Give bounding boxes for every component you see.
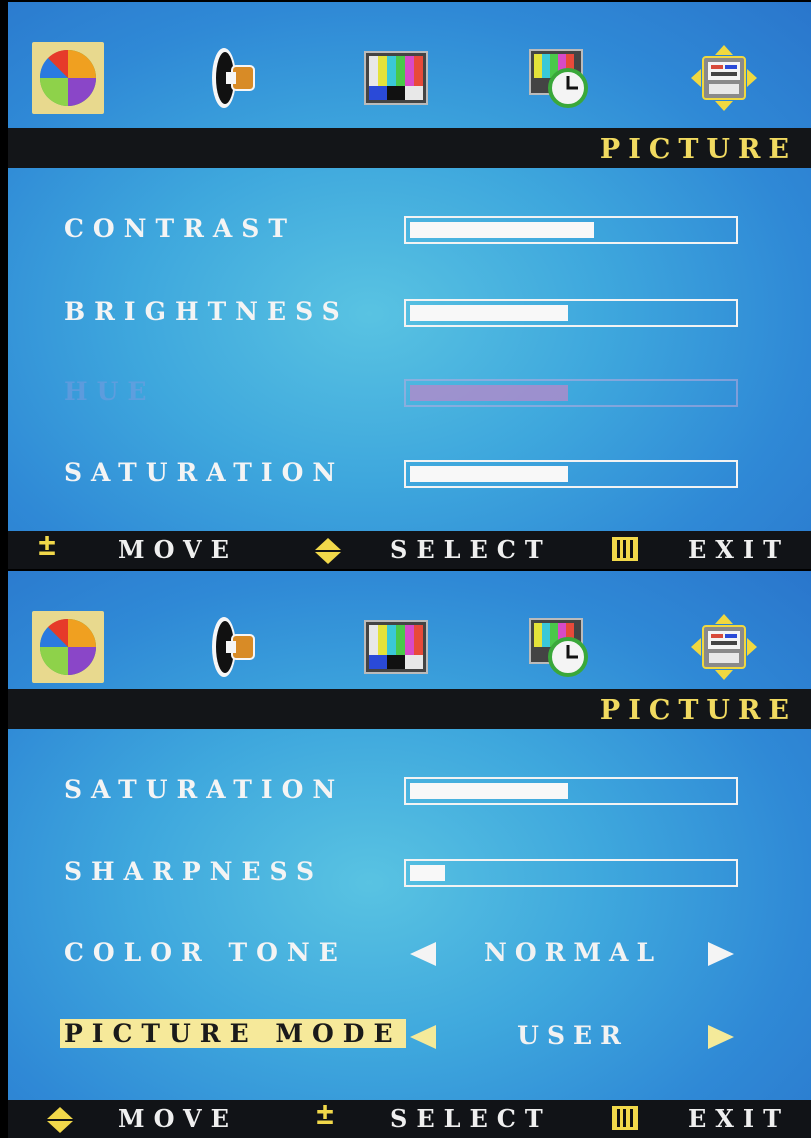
menu-button-icon xyxy=(612,1106,638,1130)
right-arrow-icon[interactable] xyxy=(708,942,734,966)
plus-minus-icon: ± xyxy=(38,528,57,563)
menu-title: PICTURE xyxy=(599,695,797,726)
saturation-row[interactable]: SATURATION xyxy=(8,454,811,494)
left-arrow-icon[interactable] xyxy=(410,1025,436,1049)
color-wheel-icon xyxy=(39,49,96,106)
hue-row: HUE xyxy=(8,373,811,413)
left-arrow-icon[interactable] xyxy=(410,942,436,966)
sound-menu-tab[interactable] xyxy=(198,42,270,114)
contrast-slider-fill xyxy=(410,222,594,238)
move-hint: MOVE xyxy=(118,535,238,564)
picture-mode-row[interactable]: PICTURE MODE USER xyxy=(8,1017,811,1057)
time-menu-tab[interactable] xyxy=(524,611,596,683)
color-tone-label: COLOR TONE xyxy=(64,938,347,967)
color-wheel-icon xyxy=(39,618,96,675)
hue-slider xyxy=(404,379,738,407)
speaker-icon xyxy=(212,617,255,677)
hue-slider-fill xyxy=(410,385,568,401)
time-menu-tab[interactable] xyxy=(524,42,596,114)
saturation-label: SATURATION xyxy=(64,775,345,804)
title-bar: PICTURE xyxy=(8,128,811,168)
screen-menu-tab[interactable] xyxy=(360,611,432,683)
exit-hint: EXIT xyxy=(688,535,790,564)
brightness-label: BRIGHTNESS xyxy=(64,297,349,326)
color-tone-value: NORMAL xyxy=(483,938,663,967)
title-bar: PICTURE xyxy=(8,689,811,729)
setup-icon xyxy=(691,614,757,680)
menu-button-icon xyxy=(612,537,638,561)
color-tone-row[interactable]: COLOR TONE NORMAL xyxy=(8,934,811,974)
brightness-slider[interactable] xyxy=(404,299,738,327)
clock-icon xyxy=(529,618,588,677)
hint-bar: ± MOVE SELECT EXIT xyxy=(8,531,811,569)
saturation-slider-fill xyxy=(410,466,568,482)
select-hint: SELECT xyxy=(390,1104,552,1133)
hint-bar: MOVE ± SELECT EXIT xyxy=(8,1100,811,1138)
select-hint: SELECT xyxy=(390,535,552,564)
screen-menu-tab[interactable] xyxy=(360,42,432,114)
setup-menu-tab[interactable] xyxy=(688,42,760,114)
up-down-arrow-icon xyxy=(315,538,341,564)
contrast-row[interactable]: CONTRAST xyxy=(8,210,811,250)
hue-label: HUE xyxy=(64,377,156,406)
color-bars-icon xyxy=(364,51,428,105)
plus-minus-icon: ± xyxy=(316,1097,335,1132)
osd-screen-top: PICTURE CONTRAST BRIGHTNESS HUE SATURATI… xyxy=(8,2,811,569)
sharpness-slider[interactable] xyxy=(404,859,738,887)
osd-screen-bottom: PICTURE SATURATION SHARPNESS COLOR TONE … xyxy=(8,571,811,1138)
brightness-row[interactable]: BRIGHTNESS xyxy=(8,293,811,333)
picture-mode-value: USER xyxy=(517,1021,629,1050)
sharpness-row[interactable]: SHARPNESS xyxy=(8,853,811,893)
brightness-slider-fill xyxy=(410,305,568,321)
right-arrow-icon[interactable] xyxy=(708,1025,734,1049)
sharpness-label: SHARPNESS xyxy=(64,857,324,886)
picture-menu-tab[interactable] xyxy=(32,611,104,683)
clock-icon xyxy=(529,49,588,108)
exit-hint: EXIT xyxy=(688,1104,790,1133)
color-bars-icon xyxy=(364,620,428,674)
picture-mode-label: PICTURE MODE xyxy=(60,1019,406,1048)
setup-icon xyxy=(691,45,757,111)
setup-menu-tab[interactable] xyxy=(688,611,760,683)
contrast-slider[interactable] xyxy=(404,216,738,244)
sound-menu-tab[interactable] xyxy=(198,611,270,683)
move-hint: MOVE xyxy=(118,1104,238,1133)
saturation-slider-fill xyxy=(410,783,568,799)
saturation-label: SATURATION xyxy=(64,458,345,487)
saturation-slider[interactable] xyxy=(404,777,738,805)
picture-menu-tab[interactable] xyxy=(32,42,104,114)
sharpness-slider-fill xyxy=(410,865,445,881)
speaker-icon xyxy=(212,48,255,108)
saturation-slider[interactable] xyxy=(404,460,738,488)
contrast-label: CONTRAST xyxy=(64,214,296,243)
saturation-row[interactable]: SATURATION xyxy=(8,771,811,811)
menu-title: PICTURE xyxy=(599,134,797,165)
up-down-arrow-icon xyxy=(47,1107,73,1133)
